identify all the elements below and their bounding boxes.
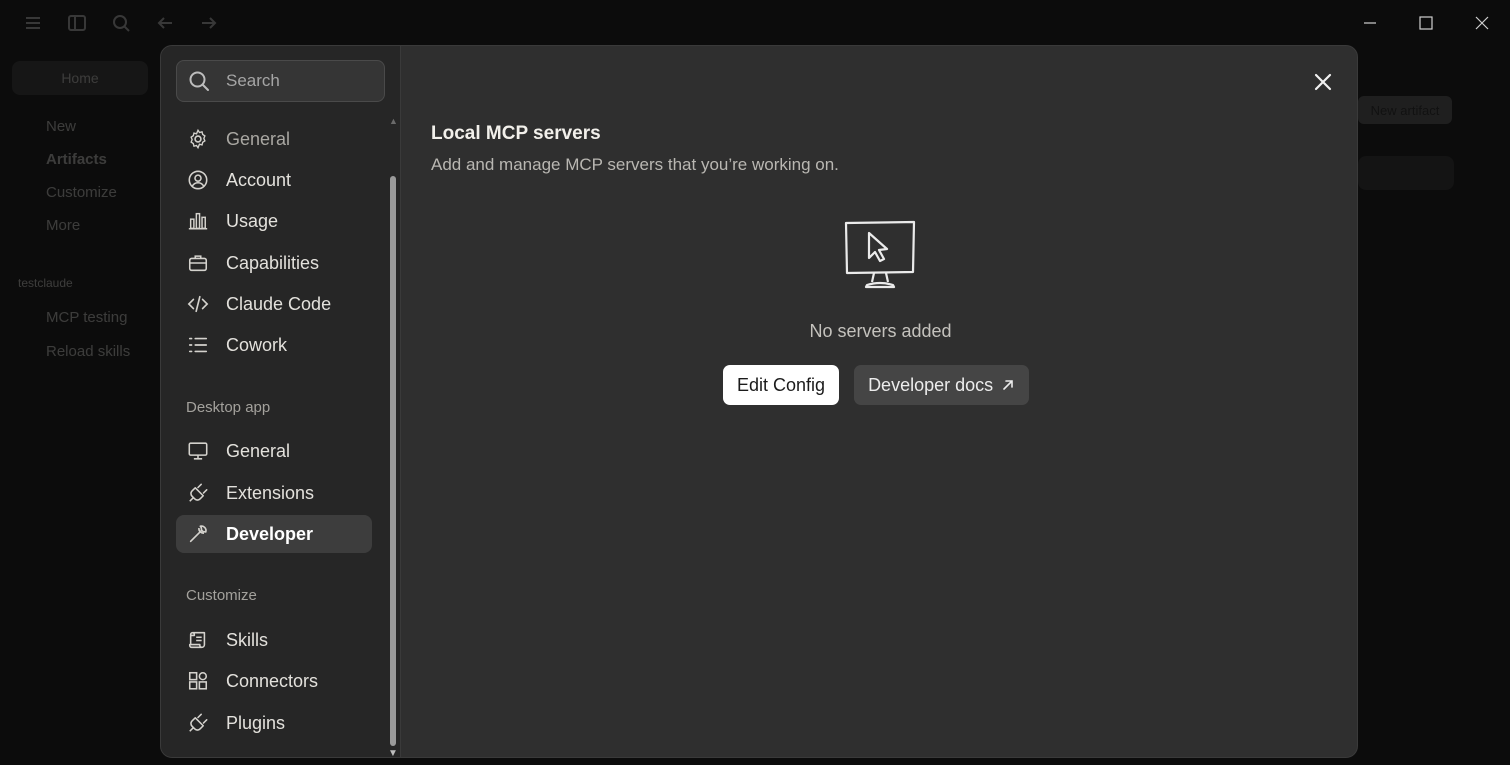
nav-item-general[interactable]: General [176,120,372,158]
window-close-button[interactable] [1454,0,1510,45]
page-subtitle: Add and manage MCP servers that you’re w… [431,155,839,174]
minimize-button[interactable] [1342,0,1398,45]
nav-label: Claude Code [226,293,332,314]
scroll-up-arrow-icon[interactable]: ▲ [389,116,398,126]
edit-config-button[interactable]: Edit Config [723,365,840,405]
nav-label: Connectors [226,670,319,691]
maximize-button[interactable] [1398,0,1454,45]
bg-item-artifacts: Artifacts [46,151,107,168]
close-icon [1314,73,1332,91]
scrollbar-thumb[interactable] [390,176,396,746]
minimize-icon [1364,21,1376,24]
maximize-icon [1419,15,1433,30]
nav-item-plugins[interactable]: Plugins [176,704,372,742]
plug-icon [187,712,209,734]
background-sidebar: Home New Artifacts Customize More testcl… [0,45,160,765]
menu-icon[interactable] [22,12,44,34]
nav-item-claude-code[interactable]: Claude Code [176,285,372,323]
window-titlebar [0,0,1510,45]
home-label: Home [61,70,99,86]
search-icon[interactable] [110,12,132,34]
bg-item-reload-skills: Reload skills [46,343,131,360]
empty-state-text: No servers added [809,321,952,341]
nav-label: Plugins [226,712,286,733]
settings-modal: General Account Usage Capabilities Claud… [160,45,1358,758]
developer-docs-label: Developer docs [868,374,994,395]
nav-item-connectors[interactable]: Connectors [176,662,372,700]
nav-label: Capabilities [226,252,320,273]
gear-icon [187,128,209,150]
close-icon [1475,16,1489,29]
settings-content: Local MCP servers Add and manage MCP ser… [400,46,1357,757]
plug-icon [187,482,209,504]
scroll-icon [187,629,209,651]
wrench-icon [187,523,209,545]
settings-search[interactable] [176,60,385,102]
nav-item-capabilities[interactable]: Capabilities [176,244,372,282]
nav-label: General [226,128,291,149]
bg-item-mcp-testing: MCP testing [46,309,128,326]
nav-label: Cowork [226,334,288,355]
monitor-cursor-icon [844,220,916,289]
background-bar [1358,156,1454,190]
page-title: Local MCP servers [431,123,601,144]
nav-label: Usage [226,210,279,231]
connectors-icon [187,670,209,692]
nav-item-desktop-general[interactable]: General [176,432,372,470]
back-arrow-icon[interactable] [154,12,176,34]
section-desktop-app: Desktop app [186,399,271,416]
nav-label: Account [226,169,292,190]
settings-sidebar: General Account Usage Capabilities Claud… [161,46,400,757]
bg-section-label: testclaude [18,276,73,290]
bg-item-more: More [46,217,81,234]
edit-config-label: Edit Config [737,374,826,395]
nav-item-extensions[interactable]: Extensions [176,474,372,512]
nav-label: Developer [226,523,314,544]
nav-item-developer[interactable]: Developer [176,515,372,553]
nav-label: Extensions [226,482,315,503]
nav-item-cowork[interactable]: Cowork [176,326,372,364]
code-icon [187,293,209,315]
action-buttons: Edit Config Developer docs [723,365,1030,405]
nav-item-usage[interactable]: Usage [176,202,372,240]
nav-item-skills[interactable]: Skills [176,621,372,659]
briefcase-icon [187,252,209,274]
bg-item-customize: Customize [46,184,117,201]
section-customize: Customize [186,587,257,604]
home-button: Home [12,61,148,95]
sidebar-toggle-icon[interactable] [66,12,88,34]
nav-item-account[interactable]: Account [176,161,372,199]
sidebar-scrollbar[interactable]: ▲ ▼ [387,116,399,757]
bg-item-new: New [46,118,77,135]
forward-arrow-icon[interactable] [198,12,220,34]
nav-label: Skills [226,629,269,650]
titlebar-tools [22,12,220,34]
search-icon [189,71,209,91]
new-artifact-chip: New artifact [1358,96,1452,124]
developer-docs-button[interactable]: Developer docs [854,365,1030,405]
scroll-down-arrow-icon[interactable]: ▼ [388,748,398,757]
modal-close-button[interactable] [1309,68,1337,96]
monitor-icon [187,440,209,462]
account-icon [187,169,209,191]
bar-chart-icon [187,210,209,232]
nav-label: General [226,440,291,461]
search-input[interactable] [226,71,376,91]
checklist-icon [187,334,209,356]
window-controls [1342,0,1510,45]
external-link-icon [1003,380,1013,390]
